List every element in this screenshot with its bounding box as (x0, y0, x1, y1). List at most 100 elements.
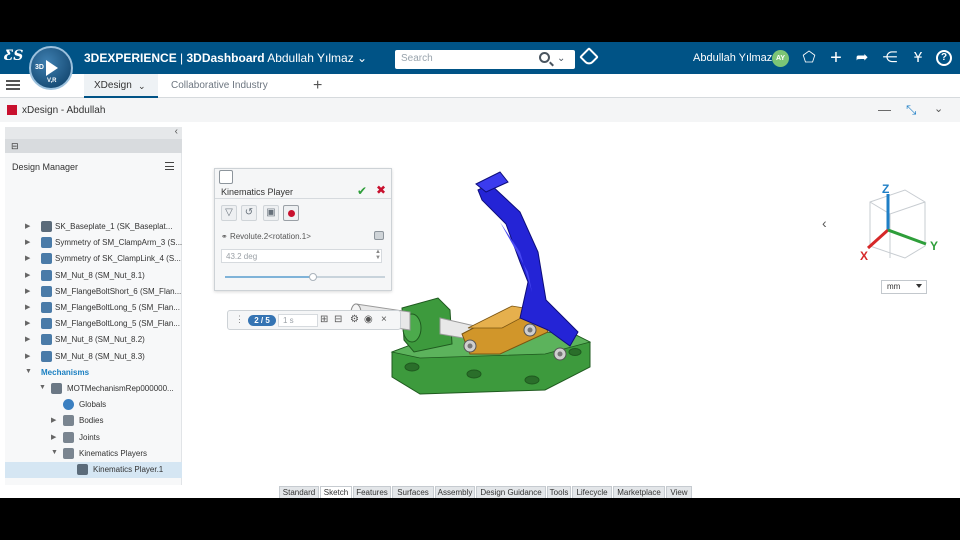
restore-icon[interactable]: ⤡ (906, 102, 916, 118)
tree-item-label: Symmetry of SK_ClampLink_4 (S... (55, 254, 181, 264)
expand-right-icon[interactable]: ▶ (25, 271, 30, 279)
tree-item[interactable]: ▶ SM_Nut_8 (SM_Nut_8.3) (5, 349, 182, 365)
close-icon[interactable]: ✖ (376, 183, 386, 197)
confirm-check-icon[interactable]: ✔ (357, 184, 367, 198)
collapse-panel-icon[interactable]: ‹ (175, 126, 178, 137)
tree-item[interactable]: ▶ SM_Nut_8 (SM_Nut_8.2) (5, 332, 182, 348)
window-menu-chevron-icon[interactable]: ⌄ (934, 102, 943, 115)
search-input[interactable]: Search ⌄ (395, 50, 575, 69)
remove-frame-icon[interactable]: ⊟ (334, 314, 342, 325)
bottom-tab[interactable]: Lifecycle (572, 486, 612, 498)
expand-right-icon[interactable]: ▶ (25, 303, 30, 311)
share-icon[interactable]: ➦ (853, 49, 871, 67)
tree-item[interactable]: ▶ Joints (5, 430, 182, 446)
expand-right-icon[interactable]: ▶ (25, 335, 30, 343)
unit-select[interactable]: mm (881, 280, 927, 294)
record-button[interactable] (283, 205, 299, 221)
brand-app[interactable]: 3DDashboard (187, 51, 265, 65)
tree-item[interactable]: Kinematics Player.1 (5, 462, 182, 478)
nut-1[interactable] (463, 339, 477, 353)
tree-item[interactable]: ▼ Mechanisms (5, 365, 182, 381)
expand-right-icon[interactable]: ▶ (25, 352, 30, 360)
search-options-chevron-icon[interactable]: ⌄ (557, 53, 565, 64)
tab-xdesign-label: XDesign (94, 80, 132, 91)
tools-icon[interactable]: Ұ (909, 49, 927, 67)
bottom-tab[interactable]: Surfaces (392, 486, 434, 498)
design-manager-menu-icon[interactable] (165, 162, 174, 170)
bottom-tab[interactable]: Design Guidance (476, 486, 546, 498)
tree-item[interactable]: Globals (5, 397, 182, 413)
user-name[interactable]: Abdullah Yılmaz (693, 52, 772, 64)
bottom-tab[interactable]: Marketplace (613, 486, 665, 498)
filter-icon[interactable]: ▽ (221, 205, 237, 221)
nut-2[interactable] (523, 323, 537, 337)
expand-right-icon[interactable]: ▶ (25, 222, 30, 230)
add-icon[interactable]: + (827, 48, 845, 68)
kinematics-player-tab-icon[interactable] (219, 170, 233, 184)
part-icon (41, 285, 52, 297)
tree-item[interactable]: ▶ SM_FlangeBoltShort_6 (SM_Flan... (5, 284, 182, 300)
joint-value-field[interactable]: 43.2 deg (221, 249, 382, 263)
expand-right-icon[interactable]: ▶ (25, 254, 30, 262)
bottom-tab[interactable]: Assembly (435, 486, 475, 498)
expand-down-icon[interactable]: ▼ (39, 384, 46, 391)
compass-icon[interactable]: 3D V,R (29, 46, 73, 90)
nut-3[interactable] (553, 347, 567, 361)
close-icon[interactable]: × (381, 314, 387, 325)
expand-right-icon[interactable]: ▶ (51, 433, 56, 441)
tree-item[interactable]: ▶ SK_Baseplate_1 (SK_Baseplat... (5, 219, 182, 235)
chevron-left-icon[interactable]: ‹ (822, 215, 827, 231)
expand-right-icon[interactable]: ▶ (25, 319, 30, 327)
bottom-tab[interactable]: View (666, 486, 692, 498)
tree-item[interactable]: ▶ Symmetry of SK_ClampLink_4 (S... (5, 251, 182, 267)
add-tab-icon[interactable]: + (313, 77, 322, 95)
bottom-tab[interactable]: Features (353, 486, 391, 498)
bottom-tab[interactable]: Sketch (320, 486, 352, 498)
play-icon[interactable]: ◉ (364, 314, 373, 325)
bottom-tab[interactable]: Standard (279, 486, 319, 498)
chevron-down-icon[interactable]: ⌄ (138, 74, 146, 98)
tree-item[interactable]: ▶ Symmetry of SM_ClampArm_3 (S... (5, 235, 182, 251)
avatar[interactable]: AY (772, 50, 789, 67)
value-stepper[interactable]: ▲ ▼ (375, 249, 381, 261)
search-placeholder: Search (401, 53, 433, 64)
help-icon[interactable]: ? (936, 50, 952, 66)
duration-field[interactable]: 1 s (278, 314, 318, 327)
expand-down-icon[interactable]: ▼ (51, 449, 58, 456)
sidebar-toggle-icon[interactable] (6, 80, 20, 90)
lock-icon[interactable] (374, 231, 384, 240)
minimize-icon[interactable]: — (878, 102, 891, 117)
tree-tab-icon[interactable]: ⊟ (11, 141, 19, 152)
orientation-cube[interactable] (866, 189, 927, 259)
brand-user[interactable]: Abdullah Yılmaz (267, 51, 354, 65)
search-icon[interactable] (539, 52, 550, 63)
tree-item[interactable]: ▼ MOTMechanismRep000000... (5, 381, 182, 397)
bottom-tab[interactable]: Tools (547, 486, 571, 498)
expand-right-icon[interactable]: ▶ (25, 287, 30, 295)
lock-joint-icon[interactable]: ▣ (263, 205, 279, 221)
tree-item[interactable]: ▶ SM_FlangeBoltLong_5 (SM_Flan... (5, 316, 182, 332)
feedback-icon[interactable]: ⬠ (800, 49, 818, 67)
chevron-down-icon[interactable]: ⌄ (357, 51, 367, 65)
tag-icon[interactable] (579, 47, 599, 67)
expand-right-icon[interactable]: ▶ (51, 416, 56, 424)
slider-knob[interactable] (309, 273, 317, 281)
tree-item[interactable]: ▶ Bodies (5, 413, 182, 429)
tree-item[interactable]: ▼ Kinematics Players (5, 446, 182, 462)
tree-item-label: SM_Nut_8 (SM_Nut_8.3) (55, 351, 145, 361)
settings-icon[interactable]: ⚙ (350, 314, 359, 325)
folder-icon (63, 415, 74, 427)
joint-slider[interactable] (225, 273, 385, 281)
tree-tab-strip: ⊟ (5, 139, 182, 153)
expand-down-icon[interactable]: ▼ (25, 368, 32, 375)
expand-right-icon[interactable]: ▶ (25, 238, 30, 246)
tree-item[interactable]: ▶ SM_Nut_8 (SM_Nut_8.1) (5, 268, 182, 284)
network-icon[interactable]: ⋲ (881, 49, 899, 67)
tree-item[interactable]: ▶ SM_FlangeBoltLong_5 (SM_Flan... (5, 300, 182, 316)
tab-xdesign[interactable]: XDesign ⌄ (84, 74, 158, 98)
drag-handle-icon[interactable]: ⋮ (235, 314, 244, 325)
tab-collaborative-industry[interactable]: Collaborative Industry Innnovator (161, 74, 307, 115)
reset-icon[interactable]: ↺ (241, 205, 257, 221)
ds-logo-icon[interactable]: ƸS (4, 48, 26, 68)
add-frame-icon[interactable]: ⊞ (320, 314, 328, 325)
